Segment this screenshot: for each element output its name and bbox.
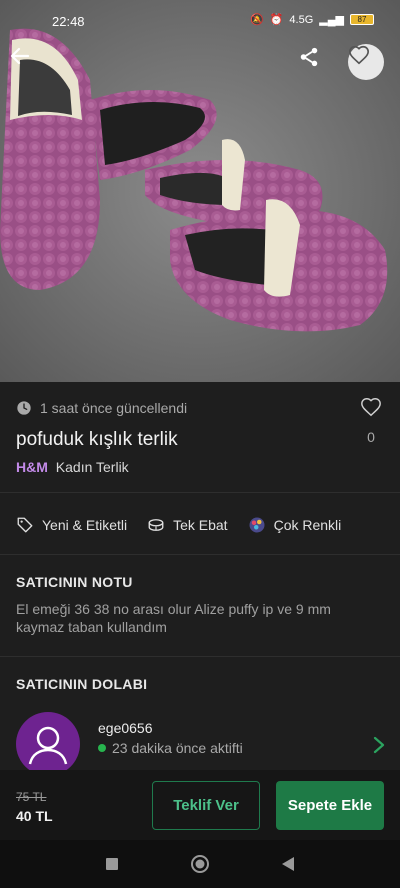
size-icon — [148, 519, 164, 531]
avatar[interactable] — [16, 712, 80, 776]
divider — [0, 554, 400, 555]
share-icon — [300, 47, 318, 67]
system-nav-bar — [0, 840, 400, 888]
tag-icon — [17, 517, 33, 533]
clock-icon — [17, 401, 31, 415]
battery-icon: 87 — [350, 14, 374, 25]
like-heart-icon[interactable] — [359, 396, 383, 418]
brand-category: H&M Kadın Terlik — [16, 459, 129, 475]
mute-icon: 🔕 — [250, 14, 264, 26]
product-image[interactable]: 22:48 🔕 ⏰ 4.5G ▂▄▆ 87 — [0, 0, 400, 382]
brand-link[interactable]: H&M — [16, 459, 48, 475]
slippers-photo — [0, 0, 400, 382]
seller-status: 23 dakika önce aktifti — [98, 740, 243, 756]
add-to-cart-button[interactable]: Sepete Ekle — [276, 781, 384, 830]
product-title: pofuduk kışlık terlik — [16, 429, 178, 450]
purchase-bar: 75 TL 40 TL Teklif Ver Sepete Ekle — [0, 770, 400, 840]
seller-username[interactable]: ege0656 — [98, 720, 153, 736]
like-widget[interactable]: 0 — [358, 396, 384, 445]
seller-note-text: El emeği 36 38 no arası olur Alize puffy… — [16, 601, 331, 635]
network-label: 4.5G — [289, 13, 314, 26]
attribute-size: Tek Ebat — [147, 516, 228, 534]
attribute-label: Çok Renkli — [273, 517, 342, 533]
divider — [0, 656, 400, 657]
recents-square-icon — [106, 858, 118, 870]
back-arrow-icon — [10, 47, 30, 65]
attribute-label: Yeni & Etiketli — [42, 517, 128, 533]
updated-info: 1 saat önce güncellendi — [16, 400, 187, 416]
updated-text: 1 saat önce güncellendi — [40, 400, 188, 416]
seller-note-title: SATICININ NOTU — [16, 574, 133, 590]
attribute-condition: Yeni & Etiketli — [16, 516, 127, 534]
status-time: 22:48 — [52, 14, 85, 29]
recents-button[interactable] — [100, 852, 124, 876]
old-price: 75 TL — [16, 790, 47, 804]
status-icons: 🔕 ⏰ 4.5G ▂▄▆ 87 — [250, 13, 374, 26]
current-price: 40 TL — [16, 808, 53, 824]
seller-closet-title: SATICININ DOLABI — [16, 676, 148, 692]
alarm-icon: ⏰ — [269, 14, 284, 26]
attribute-label: Tek Ebat — [173, 517, 228, 533]
status-bar: 22:48 🔕 ⏰ 4.5G ▂▄▆ 87 — [0, 0, 400, 40]
heart-icon — [349, 45, 369, 65]
product-detail-screen: 22:48 🔕 ⏰ 4.5G ▂▄▆ 87 1 saat önce güncel… — [0, 0, 400, 888]
back-button[interactable] — [8, 44, 44, 80]
product-attributes: Yeni & Etiketli Tek Ebat Çok Renkli — [16, 516, 341, 534]
signal-icon: ▂▄▆ — [319, 14, 344, 26]
divider — [0, 492, 400, 493]
share-button[interactable] — [298, 46, 332, 80]
like-count: 0 — [367, 429, 375, 445]
online-dot-icon — [98, 744, 106, 752]
home-button[interactable] — [188, 852, 212, 876]
category-link[interactable]: Kadın Terlik — [56, 459, 129, 475]
home-circle-icon — [191, 855, 209, 873]
back-nav-button[interactable] — [276, 852, 300, 876]
product-info: 1 saat önce güncellendi pofuduk kışlık t… — [0, 382, 400, 492]
user-avatar-icon — [28, 726, 68, 765]
color-palette-icon — [249, 517, 265, 533]
chevron-right-icon[interactable] — [372, 736, 386, 754]
attribute-color: Çok Renkli — [248, 516, 342, 534]
make-offer-button[interactable]: Teklif Ver — [152, 781, 260, 830]
back-triangle-icon — [282, 857, 294, 871]
favorite-button[interactable] — [348, 44, 384, 80]
seller-status-text: 23 dakika önce aktifti — [112, 740, 243, 756]
seller-row[interactable]: ege0656 23 dakika önce aktifti — [16, 712, 386, 776]
